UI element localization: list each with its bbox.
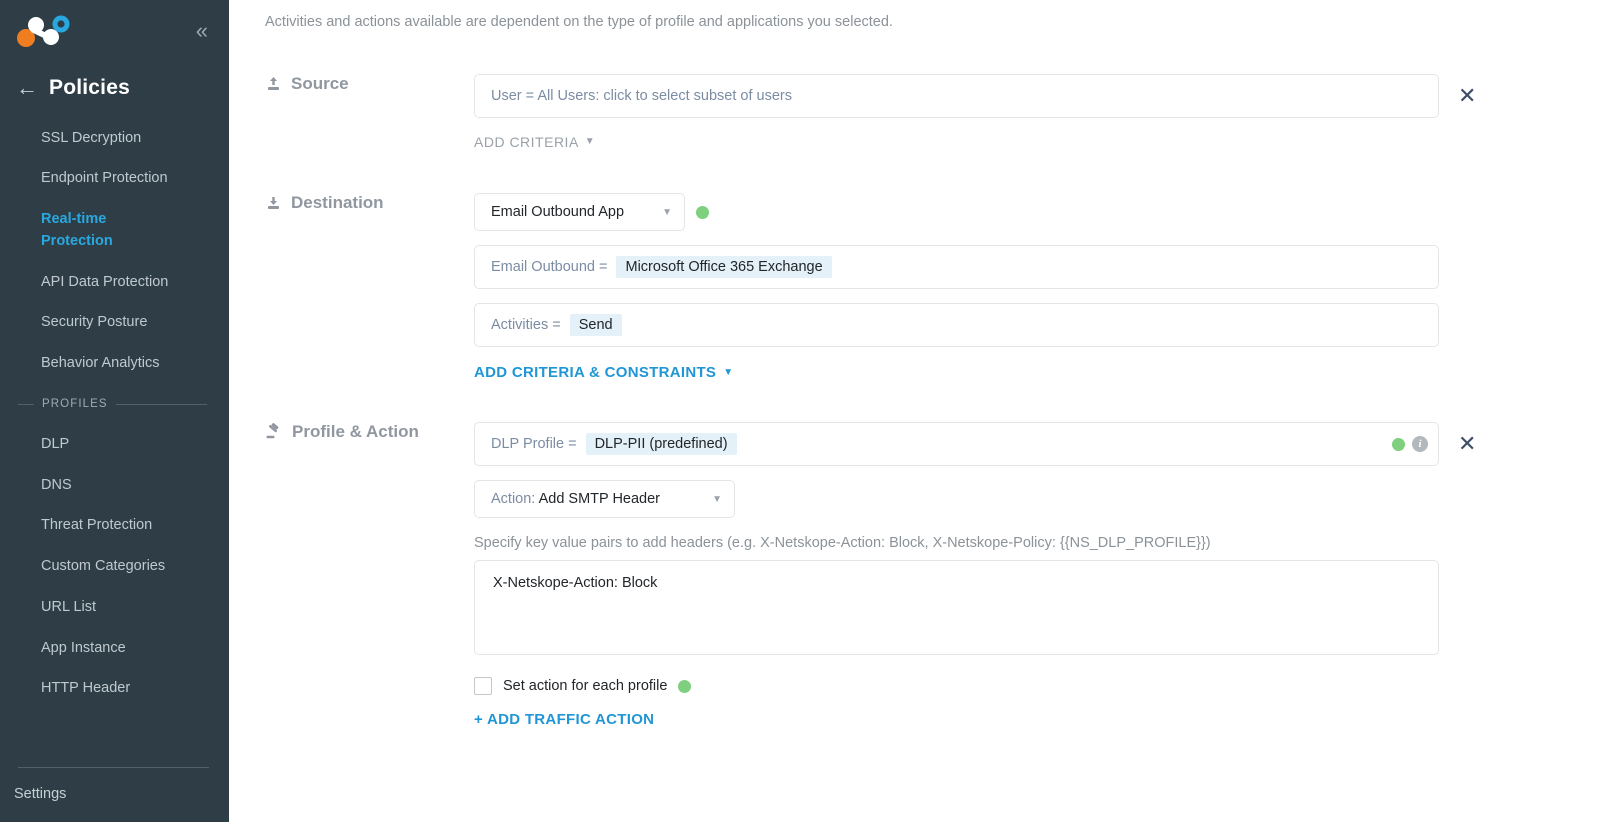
- sidebar-item-security-posture[interactable]: Security Posture: [0, 303, 229, 344]
- divider-right: [115, 403, 207, 405]
- dlp-profile-label: DLP Profile =: [491, 436, 577, 452]
- headers-hint: Specify key value pairs to add headers (…: [474, 535, 1211, 551]
- sidebar-item-dns[interactable]: DNS: [0, 465, 229, 506]
- destination-section-label: Destination: [229, 193, 474, 213]
- upload-icon: [265, 76, 282, 93]
- set-action-each-profile-checkbox[interactable]: [474, 677, 492, 695]
- destination-label: Destination: [291, 193, 384, 212]
- source-section: Source User = All Users: click to select…: [229, 74, 1600, 152]
- sidebar-item-app-instance[interactable]: App Instance: [0, 628, 229, 669]
- source-label: Source: [291, 74, 349, 93]
- profile-action-label: Profile & Action: [292, 422, 419, 441]
- green-status-dot: [696, 205, 709, 219]
- action-selected-value: Add SMTP Header: [538, 491, 661, 507]
- source-field-row: User = All Users: click to select subset…: [474, 74, 1576, 118]
- green-status-dot: [1392, 437, 1405, 451]
- gavel-icon: [265, 423, 283, 441]
- sidebar-item-endpoint-protection[interactable]: Endpoint Protection: [0, 159, 229, 200]
- dlp-profile-chip[interactable]: DLP-PII (predefined): [585, 433, 737, 455]
- sidebar-section-label: PROFILES: [42, 398, 108, 411]
- smtp-headers-input[interactable]: X-Netskope-Action: Block: [474, 560, 1439, 655]
- action-prefix: Action:: [491, 491, 536, 507]
- page-title: Policies: [49, 76, 130, 99]
- source-body: User = All Users: click to select subset…: [474, 74, 1600, 152]
- profile-action-section-label: Profile & Action: [229, 422, 474, 442]
- destination-select-row: Email Outbound App ▼: [474, 193, 1576, 231]
- profile-action-body: DLP Profile = DLP-PII (predefined) i ✕ A…: [474, 422, 1600, 729]
- main-content: Activities and actions available are dep…: [229, 0, 1600, 822]
- activities-chip[interactable]: Send: [569, 314, 622, 336]
- sidebar-item-api-data-protection[interactable]: API Data Protection: [0, 262, 229, 303]
- close-icon[interactable]: ✕: [1458, 433, 1476, 455]
- app-root: « ← Policies SSL Decryption Endpoint Pro…: [0, 0, 1600, 822]
- sidebar-item-dlp[interactable]: DLP: [0, 424, 229, 465]
- destination-criteria-chip[interactable]: Microsoft Office 365 Exchange: [616, 256, 832, 278]
- add-traffic-action-button[interactable]: + ADD TRAFFIC ACTION: [474, 711, 654, 728]
- netskope-logo: [14, 12, 76, 50]
- sidebar-item-http-header[interactable]: HTTP Header: [0, 669, 229, 710]
- chevron-double-left-icon[interactable]: «: [196, 20, 211, 42]
- sidebar-item-settings[interactable]: Settings: [0, 782, 229, 814]
- intro-text: Activities and actions available are dep…: [265, 14, 893, 30]
- close-icon[interactable]: ✕: [1458, 85, 1476, 107]
- destination-activities-field[interactable]: Activities = Send: [474, 303, 1439, 347]
- destination-body: Email Outbound App ▼ Email Outbound = Mi…: [474, 193, 1600, 382]
- dlp-profile-row: DLP Profile = DLP-PII (predefined) i ✕: [474, 422, 1576, 466]
- add-criteria-constraints-button[interactable]: ADD CRITERIA & CONSTRAINTS ▼: [474, 364, 733, 381]
- destination-criteria-field[interactable]: Email Outbound = Microsoft Office 365 Ex…: [474, 245, 1439, 289]
- destination-app-select[interactable]: Email Outbound App ▼: [474, 193, 685, 231]
- destination-section: Destination Email Outbound App ▼ Email O…: [229, 193, 1600, 382]
- sidebar-item-custom-categories[interactable]: Custom Categories: [0, 547, 229, 588]
- info-icon[interactable]: i: [1412, 436, 1428, 452]
- add-criteria-label: ADD CRITERIA: [474, 134, 579, 150]
- sidebar-item-url-list[interactable]: URL List: [0, 587, 229, 628]
- profile-action-section: Profile & Action DLP Profile = DLP-PII (…: [229, 422, 1600, 729]
- caret-down-icon: ▼: [584, 136, 596, 147]
- sidebar-item-real-time-protection[interactable]: Real-time Protection: [0, 200, 130, 263]
- arrow-left-icon[interactable]: ←: [16, 77, 38, 99]
- sidebar-footer-divider: [18, 767, 209, 768]
- caret-down-icon: ▼: [662, 206, 672, 218]
- sidebar-item-ssl-decryption[interactable]: SSL Decryption: [0, 118, 229, 159]
- green-status-dot: [678, 679, 692, 693]
- source-section-label: Source: [229, 74, 474, 94]
- sidebar-profiles-nav: DLP DNS Threat Protection Custom Categor…: [0, 418, 229, 709]
- set-action-each-profile-label: Set action for each profile: [503, 678, 668, 694]
- action-value: Action: Add SMTP Header: [491, 491, 660, 507]
- action-select[interactable]: Action: Add SMTP Header ▼: [474, 480, 735, 518]
- divider-left: [18, 403, 34, 405]
- destination-app-value: Email Outbound App: [491, 204, 625, 220]
- caret-down-icon: ▼: [712, 493, 722, 505]
- add-criteria-constraints-label: ADD CRITERIA & CONSTRAINTS: [474, 364, 717, 381]
- add-criteria-button[interactable]: ADD CRITERIA ▼: [474, 134, 595, 150]
- sidebar-header: «: [0, 0, 229, 62]
- sidebar-section-profiles: PROFILES: [0, 384, 229, 418]
- sidebar-item-behavior-analytics[interactable]: Behavior Analytics: [0, 344, 229, 385]
- sidebar-item-threat-protection[interactable]: Threat Protection: [0, 506, 229, 547]
- sidebar: « ← Policies SSL Decryption Endpoint Pro…: [0, 0, 229, 822]
- download-icon: [265, 195, 282, 212]
- sidebar-nav: SSL Decryption Endpoint Protection Real-…: [0, 112, 229, 384]
- destination-criteria-label: Email Outbound =: [491, 259, 608, 275]
- source-user-field[interactable]: User = All Users: click to select subset…: [474, 74, 1439, 118]
- activities-label: Activities =: [491, 317, 561, 333]
- set-action-each-profile-row: Set action for each profile: [474, 677, 1576, 695]
- sidebar-title-row[interactable]: ← Policies: [0, 62, 229, 112]
- sidebar-footer: Settings: [0, 759, 229, 822]
- dlp-profile-field[interactable]: DLP Profile = DLP-PII (predefined) i: [474, 422, 1439, 466]
- caret-down-icon: ▼: [723, 366, 734, 378]
- source-user-value: User = All Users: click to select subset…: [491, 88, 792, 104]
